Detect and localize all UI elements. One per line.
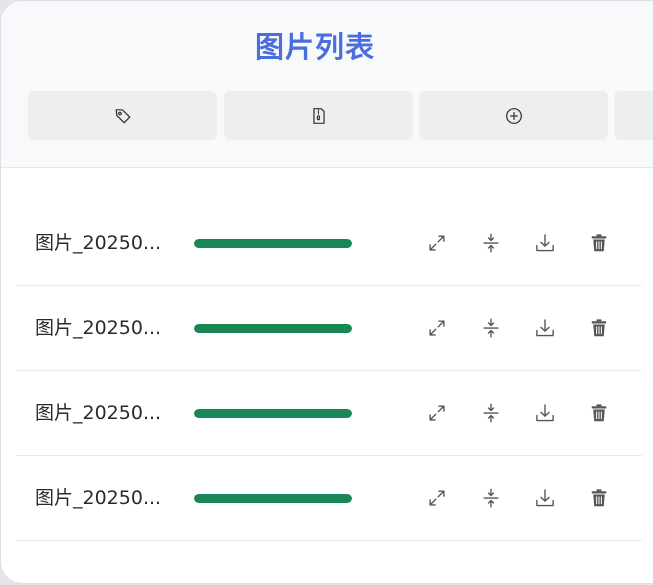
file-name: 图片_20250... (35, 317, 162, 339)
download-button[interactable] (532, 485, 558, 511)
expand-icon (427, 318, 447, 338)
trash-icon (589, 488, 609, 508)
compress-icon (481, 403, 501, 423)
expand-icon (427, 403, 447, 423)
upload-progress-bar (194, 239, 352, 248)
upload-progress-fill (194, 494, 352, 503)
download-button[interactable] (532, 400, 558, 426)
trash-icon (589, 233, 609, 253)
download-icon (535, 488, 555, 508)
file-zip-icon (310, 107, 328, 125)
upload-progress-fill (194, 239, 352, 248)
expand-icon (427, 488, 447, 508)
plus-circle-icon (505, 107, 523, 125)
compress-icon (481, 318, 501, 338)
delete-button[interactable] (586, 485, 612, 511)
delete-button[interactable] (586, 400, 612, 426)
compress-icon (481, 488, 501, 508)
compress-button[interactable] (478, 315, 504, 341)
expand-button[interactable] (424, 230, 450, 256)
more-tool-button[interactable] (614, 91, 653, 140)
download-icon (535, 403, 555, 423)
file-name: 图片_20250... (35, 402, 162, 424)
panel-header: 图片列表 (1, 1, 653, 168)
download-button[interactable] (532, 315, 558, 341)
trash-icon (589, 318, 609, 338)
download-button[interactable] (532, 230, 558, 256)
download-icon (535, 318, 555, 338)
tag-button[interactable] (28, 91, 217, 140)
compress-icon (481, 233, 501, 253)
upload-progress-bar (194, 409, 352, 418)
upload-progress-fill (194, 409, 352, 418)
file-name: 图片_20250... (35, 487, 162, 509)
upload-progress-bar (194, 494, 352, 503)
expand-button[interactable] (424, 315, 450, 341)
upload-progress-bar (194, 324, 352, 333)
file-row: 图片_20250... (16, 201, 642, 286)
upload-progress-fill (194, 324, 352, 333)
file-row: 图片_20250... (16, 456, 642, 541)
page-title: 图片列表 (254, 30, 375, 64)
compress-button[interactable] (478, 400, 504, 426)
expand-icon (427, 233, 447, 253)
zip-button[interactable] (224, 91, 413, 140)
trash-icon (589, 403, 609, 423)
file-name: 图片_20250... (35, 232, 162, 254)
download-icon (535, 233, 555, 253)
tag-icon (114, 107, 132, 125)
add-button[interactable] (419, 91, 608, 140)
file-row: 图片_20250... (16, 371, 642, 456)
file-row: 图片_20250... (16, 286, 642, 371)
expand-button[interactable] (424, 485, 450, 511)
compress-button[interactable] (478, 485, 504, 511)
compress-button[interactable] (478, 230, 504, 256)
delete-button[interactable] (586, 315, 612, 341)
image-list-panel: 图片列表 图片_20250... 图片_20250... 图片_20250...… (0, 0, 653, 584)
delete-button[interactable] (586, 230, 612, 256)
expand-button[interactable] (424, 400, 450, 426)
